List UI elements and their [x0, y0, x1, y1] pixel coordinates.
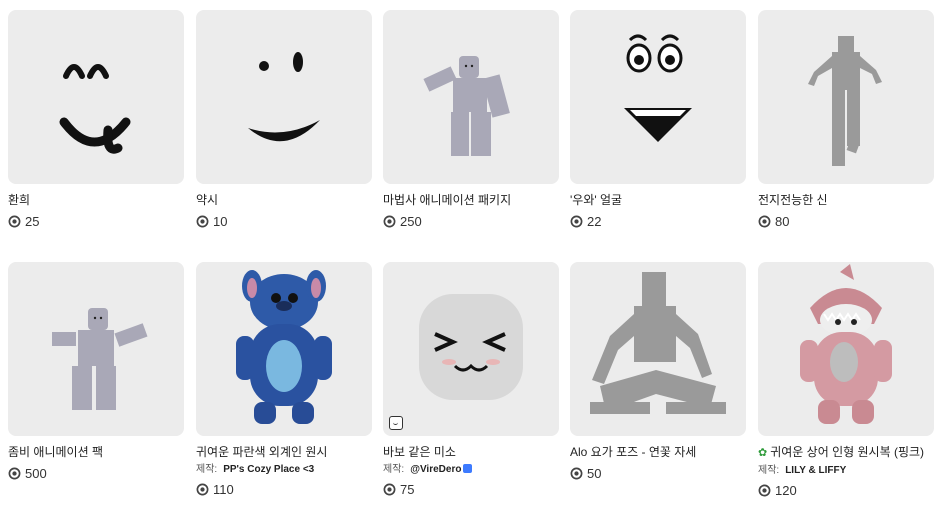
robux-icon — [196, 483, 209, 496]
item-thumbnail[interactable] — [758, 262, 934, 436]
item-name[interactable]: '우와' 얼굴 — [570, 193, 746, 208]
item-price: 25 — [8, 214, 184, 229]
item-card[interactable]: ✿ 귀여운 상어 인형 원시복 (핑크) 제작: LILY & LIFFY 120 — [758, 262, 934, 498]
creator-label: 제작: — [758, 465, 780, 476]
item-thumbnail[interactable] — [196, 10, 372, 184]
robux-icon — [8, 215, 21, 228]
item-price: 500 — [8, 466, 184, 481]
item-name[interactable]: 좀비 애니메이션 팩 — [8, 445, 184, 460]
robux-icon — [383, 215, 396, 228]
verified-badge-icon — [463, 464, 473, 473]
item-name[interactable]: 마법사 애니메이션 패키지 — [383, 193, 559, 208]
item-thumbnail[interactable] — [383, 10, 559, 184]
pink-shark-suit-icon — [800, 264, 892, 424]
price-value: 500 — [25, 466, 47, 481]
creator-label: 제작: — [383, 464, 405, 475]
item-price: 80 — [758, 214, 934, 229]
item-name[interactable]: 약시 — [196, 193, 372, 208]
item-price: 10 — [196, 214, 372, 229]
silly-smile-head-icon — [419, 294, 523, 400]
avatar-figure-icon — [423, 56, 510, 156]
lotus-pose-silhouette-icon — [590, 272, 726, 414]
clover-icon: ✿ — [758, 447, 768, 459]
item-name[interactable]: 바보 같은 미소 — [383, 445, 559, 460]
item-creator[interactable]: 제작: LILY & LIFFY — [758, 464, 934, 477]
item-name[interactable]: Alo 요가 포즈 - 연꽃 자세 — [570, 445, 746, 460]
creator-name[interactable]: @VireDero — [410, 464, 461, 475]
item-card[interactable]: '우와' 얼굴 22 — [570, 10, 746, 229]
item-price: 250 — [383, 214, 559, 229]
creator-name[interactable]: LILY & LIFFY — [785, 465, 846, 476]
price-value: 110 — [213, 482, 234, 497]
item-name[interactable]: 전지전능한 신 — [758, 193, 934, 208]
price-value: 22 — [587, 214, 602, 229]
god-pose-silhouette-icon — [808, 36, 882, 166]
robux-icon — [196, 215, 209, 228]
item-name[interactable]: ✿ 귀여운 상어 인형 원시복 (핑크) — [758, 445, 934, 461]
item-thumbnail[interactable] — [570, 262, 746, 436]
item-card[interactable]: 마법사 애니메이션 패키지 250 — [383, 10, 559, 229]
item-price: 75 — [383, 482, 559, 497]
item-thumbnail[interactable] — [570, 10, 746, 184]
item-card[interactable]: 환희 25 — [8, 10, 184, 229]
robux-icon — [758, 484, 771, 497]
wow-face-icon — [624, 34, 692, 142]
item-price: 110 — [196, 482, 372, 497]
item-creator[interactable]: 제작: @VireDero — [383, 463, 559, 476]
item-card[interactable]: Alo 요가 포즈 - 연꽃 자세 50 — [570, 262, 746, 481]
item-thumbnail[interactable] — [8, 10, 184, 184]
item-thumbnail[interactable] — [196, 262, 372, 436]
item-card[interactable]: 좀비 애니메이션 팩 500 — [8, 262, 184, 481]
price-value: 250 — [400, 214, 422, 229]
item-thumbnail[interactable] — [758, 10, 934, 184]
item-thumbnail[interactable] — [383, 262, 559, 436]
price-value: 120 — [775, 483, 797, 498]
price-value: 80 — [775, 214, 790, 229]
item-thumbnail[interactable] — [8, 262, 184, 436]
blue-alien-suit-icon — [236, 270, 332, 424]
price-value: 75 — [400, 482, 415, 497]
item-name[interactable]: 환희 — [8, 193, 184, 208]
robux-icon — [758, 215, 771, 228]
ugc-badge-icon — [389, 416, 403, 430]
price-value: 50 — [587, 466, 602, 481]
item-price: 120 — [758, 483, 934, 498]
robux-icon — [570, 215, 583, 228]
price-value: 25 — [25, 214, 40, 229]
item-creator[interactable]: 제작: PP's Cozy Place <3 — [196, 463, 372, 476]
item-price: 50 — [570, 466, 746, 481]
item-card[interactable]: 귀여운 파란색 외계인 원시 제작: PP's Cozy Place <3 110 — [196, 262, 372, 497]
zombie-avatar-icon — [52, 308, 148, 410]
price-value: 10 — [213, 214, 228, 229]
wink-face-icon — [248, 52, 320, 142]
robux-icon — [8, 467, 21, 480]
robux-icon — [383, 483, 396, 496]
item-card[interactable]: 약시 10 — [196, 10, 372, 229]
robux-icon — [570, 467, 583, 480]
item-card[interactable]: 전지전능한 신 80 — [758, 10, 934, 229]
creator-label: 제작: — [196, 464, 218, 475]
item-price: 22 — [570, 214, 746, 229]
item-name[interactable]: 귀여운 파란색 외계인 원시 — [196, 445, 372, 460]
item-card[interactable]: 바보 같은 미소 제작: @VireDero 75 — [383, 262, 559, 497]
creator-name[interactable]: PP's Cozy Place <3 — [223, 464, 314, 475]
item-name-text: 귀여운 상어 인형 원시복 (핑크) — [770, 445, 925, 459]
joy-face-icon — [59, 64, 131, 154]
